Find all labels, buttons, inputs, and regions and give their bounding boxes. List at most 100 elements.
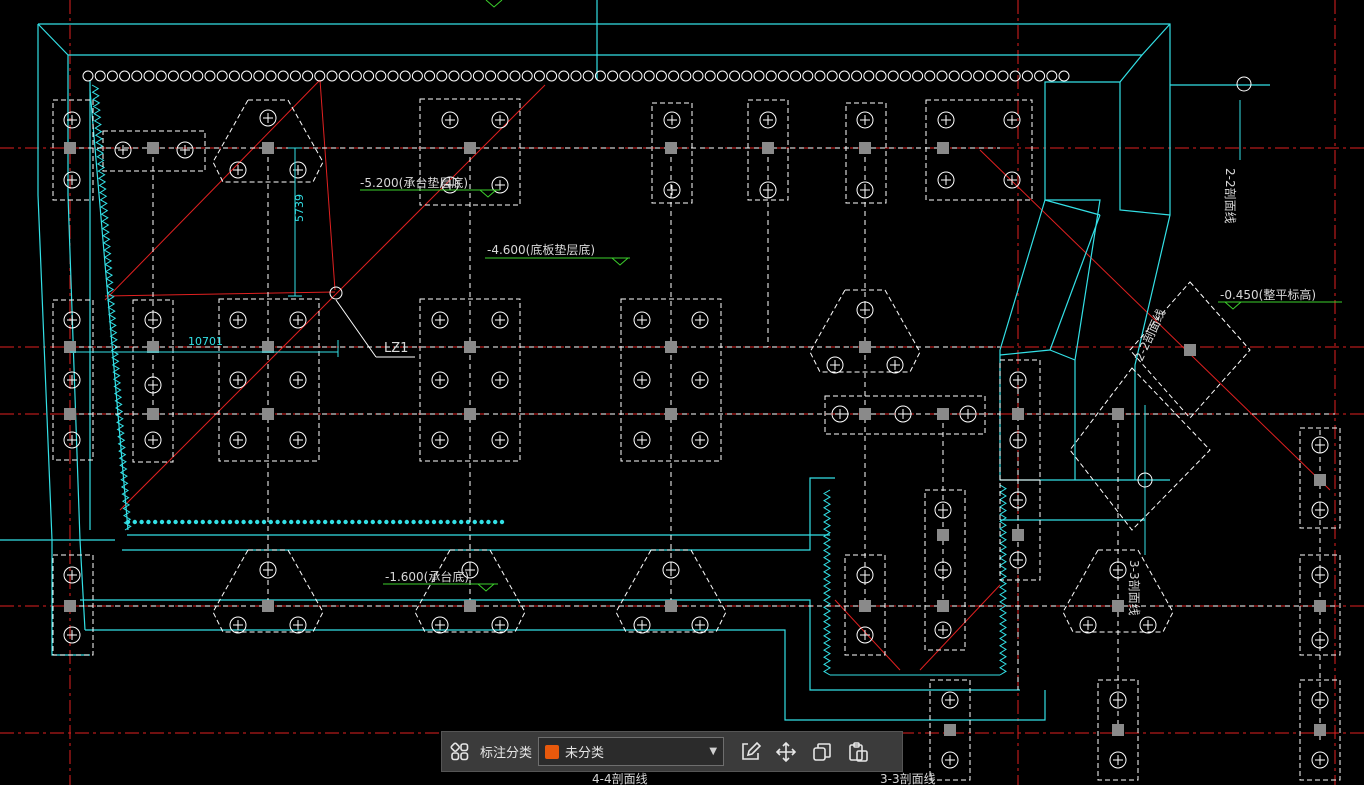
move-icon[interactable] [768, 732, 804, 771]
pile-dot [261, 519, 267, 525]
column [665, 600, 677, 612]
column [665, 341, 677, 353]
pile-dot [241, 519, 246, 525]
pile-dot [227, 519, 233, 525]
section-3-3-label: 3-3剖面线 [1127, 560, 1141, 616]
level-ground-label: -0.450(整平标高) [1220, 287, 1316, 302]
pile-dot [397, 519, 403, 525]
column [464, 341, 476, 353]
pile-dot [173, 519, 178, 525]
column [937, 408, 949, 420]
pile-dot [153, 519, 158, 525]
pile-dot [316, 519, 321, 525]
column [262, 142, 274, 154]
pile-dot [255, 519, 260, 525]
pile-dot [363, 519, 369, 525]
pile-dot [159, 519, 165, 525]
column [937, 529, 949, 541]
pile-dot [139, 519, 144, 525]
pile-dot [132, 519, 137, 525]
category-value: 未分类 [565, 746, 605, 761]
column [64, 341, 76, 353]
pile-dot [384, 519, 389, 525]
pile-dot [329, 519, 335, 525]
column [859, 408, 871, 420]
column [262, 341, 274, 353]
column [464, 142, 476, 154]
level-slab-cushion-label: -4.600(底板垫层底) [487, 242, 595, 257]
section-2-2-top-label: 2-2剖面线 [1223, 168, 1237, 224]
pile-dot [193, 519, 199, 525]
pile-dot [234, 519, 239, 525]
pile-dot [445, 519, 450, 525]
column [64, 142, 76, 154]
copy-icon[interactable] [804, 732, 840, 771]
pile-dot [207, 519, 212, 525]
pile-dot [302, 519, 307, 525]
column [665, 142, 677, 154]
pile-dot [499, 519, 505, 525]
column [1314, 724, 1326, 736]
pile-dot [268, 519, 273, 525]
pile-dot [486, 519, 491, 525]
pile-dot [425, 519, 430, 525]
cad-drawing-canvas[interactable]: -5.200(承台垫层底) -4.600(底板垫层底) -1.600(承台底) … [0, 0, 1364, 785]
category-color-swatch [545, 744, 560, 759]
column [64, 600, 76, 612]
pile-dot [391, 519, 396, 525]
column [1012, 529, 1024, 541]
grid-icon[interactable] [442, 732, 478, 771]
pile-dot [248, 519, 253, 525]
category-select[interactable]: 未分类 ▼ [538, 737, 725, 766]
pile-dot [452, 519, 457, 525]
column [944, 724, 956, 736]
pile-dot [295, 519, 301, 525]
edit-icon[interactable] [732, 732, 768, 771]
annotation-toolbar: 标注分类 未分类 ▼ [441, 731, 903, 772]
column [464, 600, 476, 612]
pile-dot [289, 519, 294, 525]
pile-dot [343, 519, 348, 525]
dim-vertical-label: 5739 [293, 194, 306, 222]
column [1112, 724, 1124, 736]
column [464, 408, 476, 420]
pile-dot [377, 519, 382, 525]
column [64, 408, 76, 420]
column [665, 408, 677, 420]
level-cap-bottom-label: -1.600(承台底) [385, 569, 469, 584]
pile-dot [350, 519, 355, 525]
dim-horizontal-label: 10701 [188, 335, 223, 348]
column [859, 600, 871, 612]
pile-dot [275, 519, 280, 525]
pile-dot [418, 519, 423, 525]
pile-dot [180, 519, 185, 525]
column [859, 142, 871, 154]
pile-dot [187, 519, 192, 525]
column [1314, 474, 1326, 486]
column [262, 600, 274, 612]
column [147, 408, 159, 420]
column [1314, 600, 1326, 612]
pile-dot [459, 519, 464, 525]
column [937, 142, 949, 154]
level-cap-cushion-label: -5.200(承台垫层底) [360, 175, 468, 190]
pile-dot [282, 519, 287, 525]
pile-dot [221, 519, 226, 525]
pile-dot [309, 519, 314, 525]
column [1112, 600, 1124, 612]
column [262, 408, 274, 420]
pile-dot [493, 519, 498, 525]
column [937, 600, 949, 612]
paste-icon[interactable] [840, 732, 876, 771]
section-3-3-bottom-label: 3-3剖面线 [880, 772, 936, 785]
pile-dot [323, 519, 328, 525]
pile-dot [404, 519, 409, 525]
column [859, 341, 871, 353]
pile-dot [479, 519, 484, 525]
column [147, 341, 159, 353]
column-label: LZ1 [384, 341, 408, 356]
pile-dot [146, 519, 151, 525]
pile-dot [438, 519, 443, 525]
pile-dot [472, 519, 477, 525]
column [762, 142, 774, 154]
